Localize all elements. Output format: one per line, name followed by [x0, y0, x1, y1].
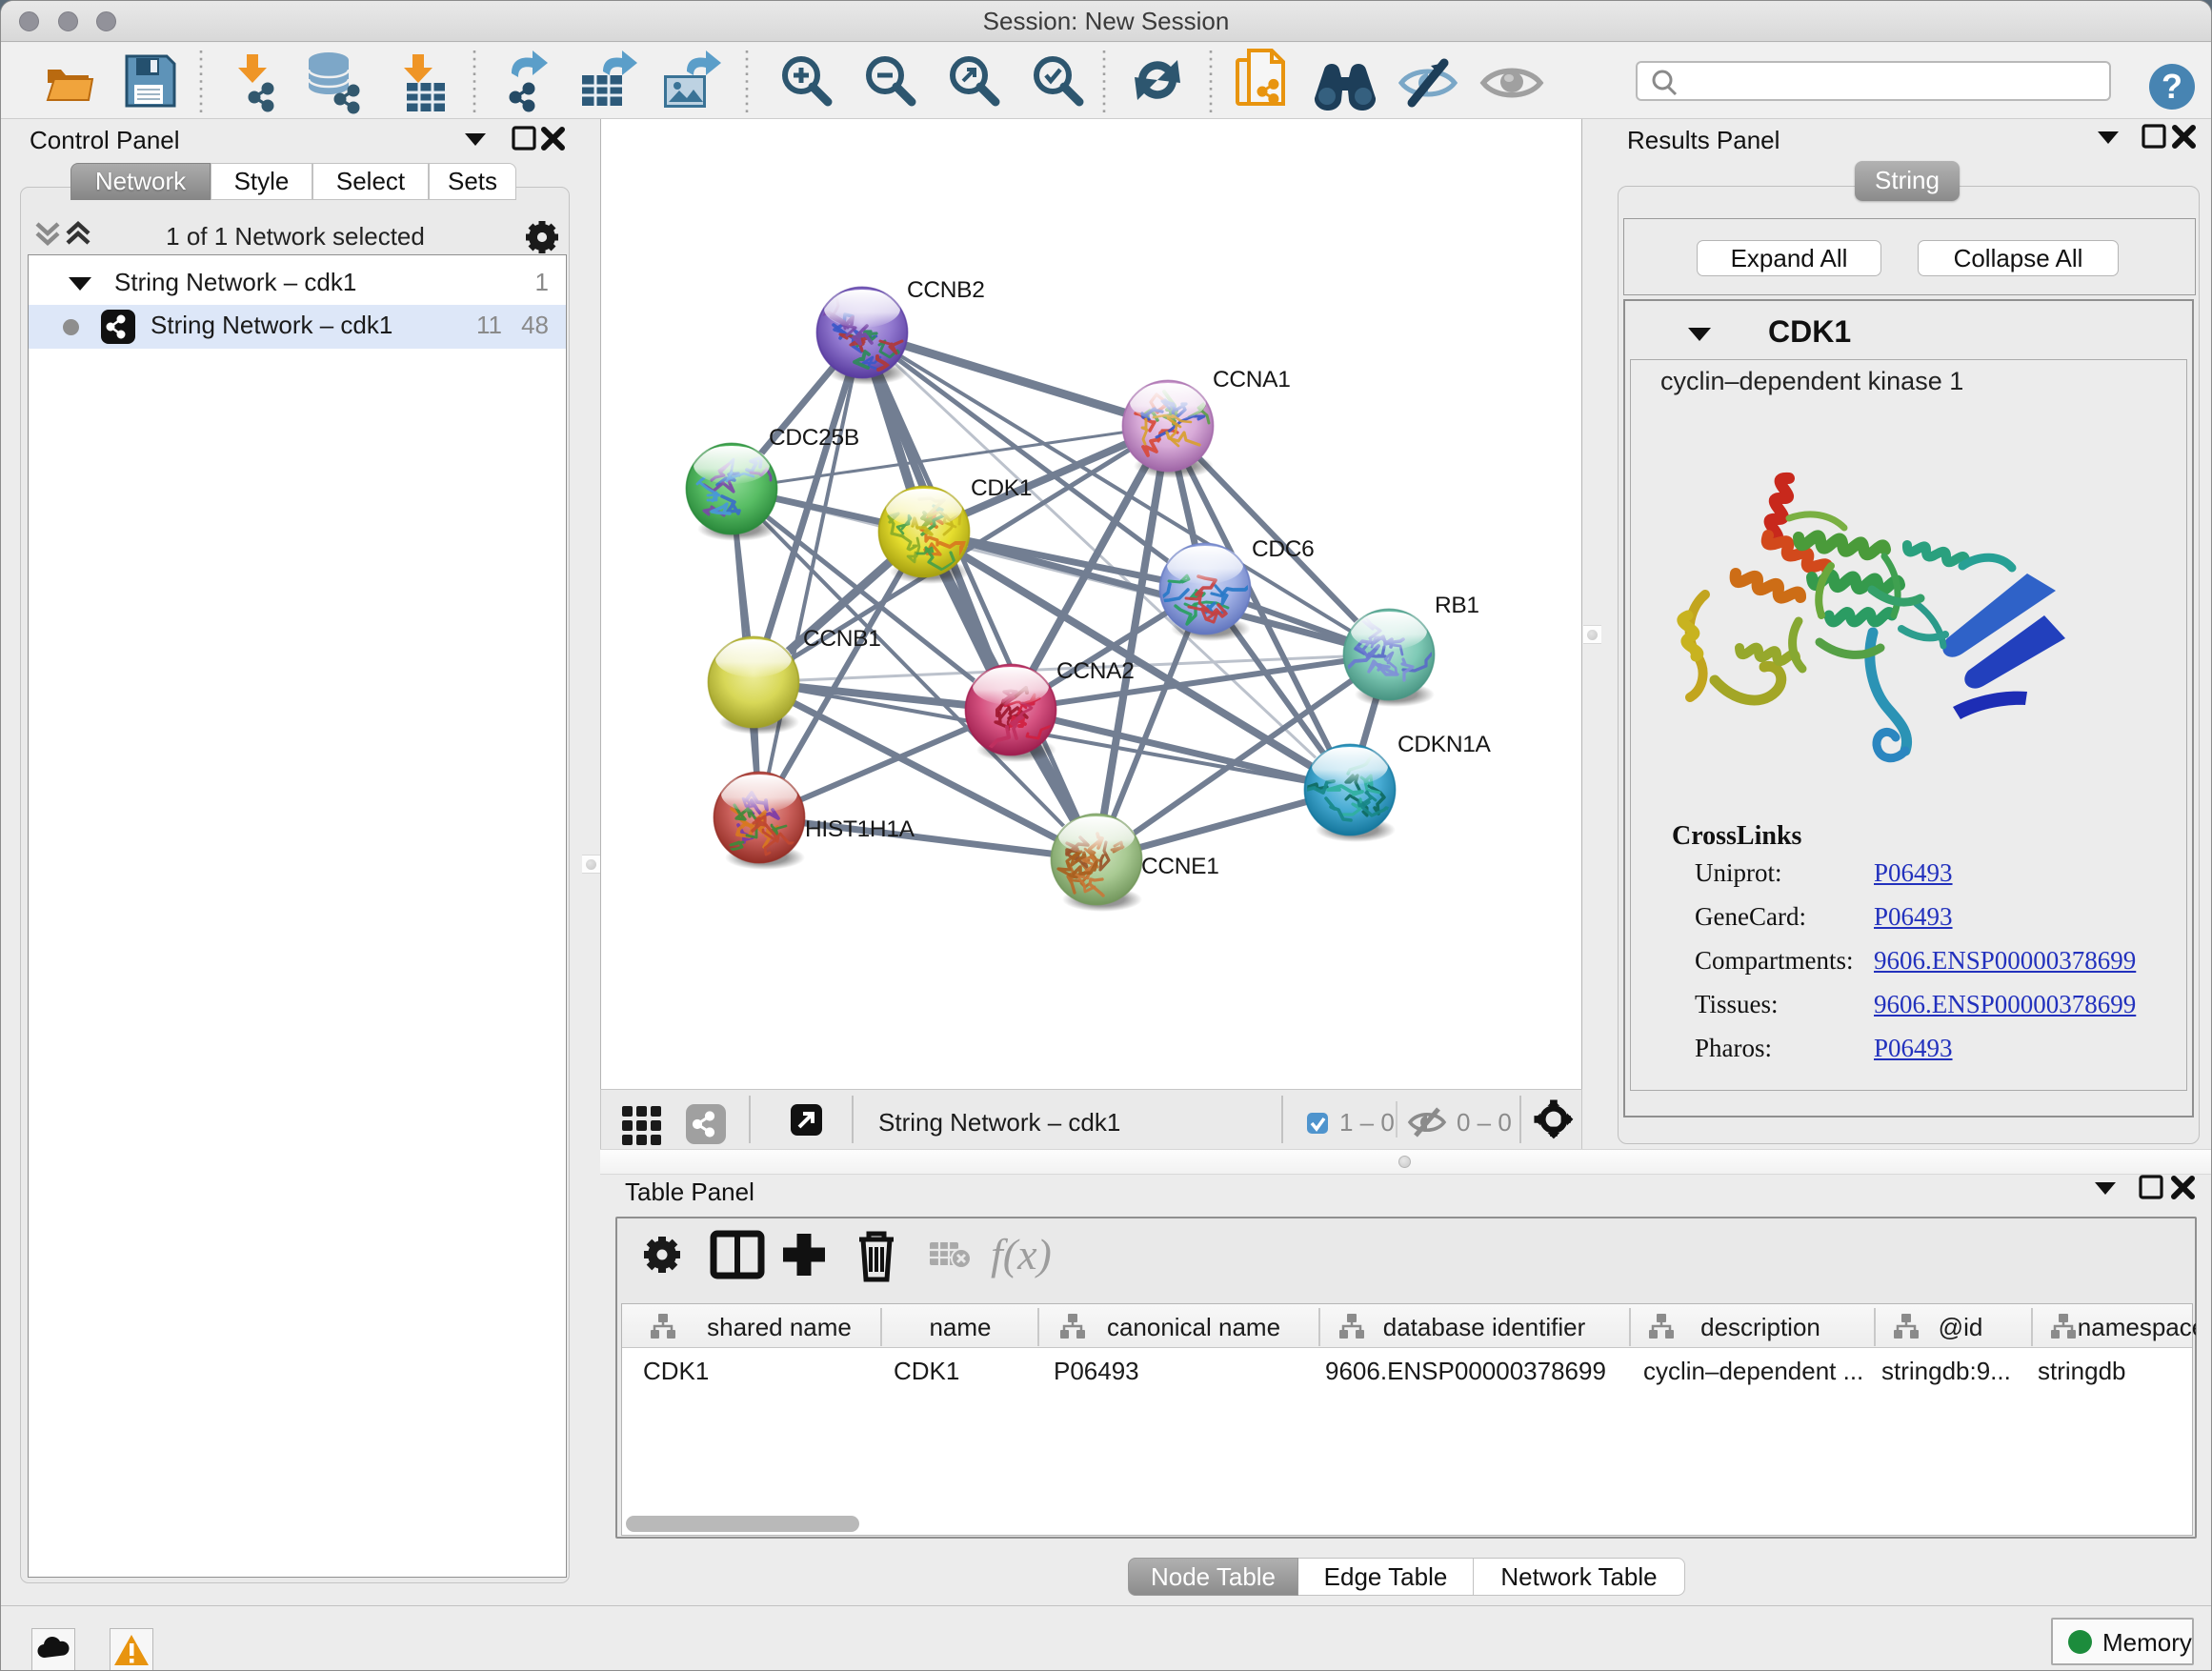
svg-text:name: name — [929, 1313, 991, 1341]
svg-text:CDC6: CDC6 — [1252, 536, 1315, 562]
svg-text:RB1: RB1 — [1435, 593, 1479, 618]
svg-text:namespace: namespace — [2078, 1313, 2196, 1341]
svg-text:1 – 0: 1 – 0 — [1339, 1108, 1395, 1137]
svg-text:f(x): f(x) — [991, 1230, 1052, 1278]
svg-text:CCNB2: CCNB2 — [907, 277, 985, 303]
svg-text:CDC25B: CDC25B — [769, 425, 859, 451]
svg-text:description: description — [1700, 1313, 1820, 1341]
svg-text:canonical name: canonical name — [1107, 1313, 1280, 1341]
svg-text:shared name: shared name — [707, 1313, 852, 1341]
svg-text:CCNB1: CCNB1 — [803, 626, 881, 652]
svg-text:String Network – cdk1: String Network – cdk1 — [878, 1108, 1120, 1137]
svg-text:database identifier: database identifier — [1383, 1313, 1586, 1341]
svg-text:CDK1: CDK1 — [971, 475, 1032, 501]
svg-text:CCNA1: CCNA1 — [1213, 367, 1291, 393]
svg-text:@id: @id — [1939, 1313, 1983, 1341]
svg-text:0 – 0: 0 – 0 — [1457, 1108, 1512, 1137]
svg-text:CCNE1: CCNE1 — [1141, 854, 1219, 879]
svg-text:CCNA2: CCNA2 — [1056, 658, 1135, 684]
svg-text:HIST1H1A: HIST1H1A — [805, 816, 915, 842]
svg-text:?: ? — [2162, 67, 2182, 106]
svg-text:CDKN1A: CDKN1A — [1398, 732, 1492, 757]
